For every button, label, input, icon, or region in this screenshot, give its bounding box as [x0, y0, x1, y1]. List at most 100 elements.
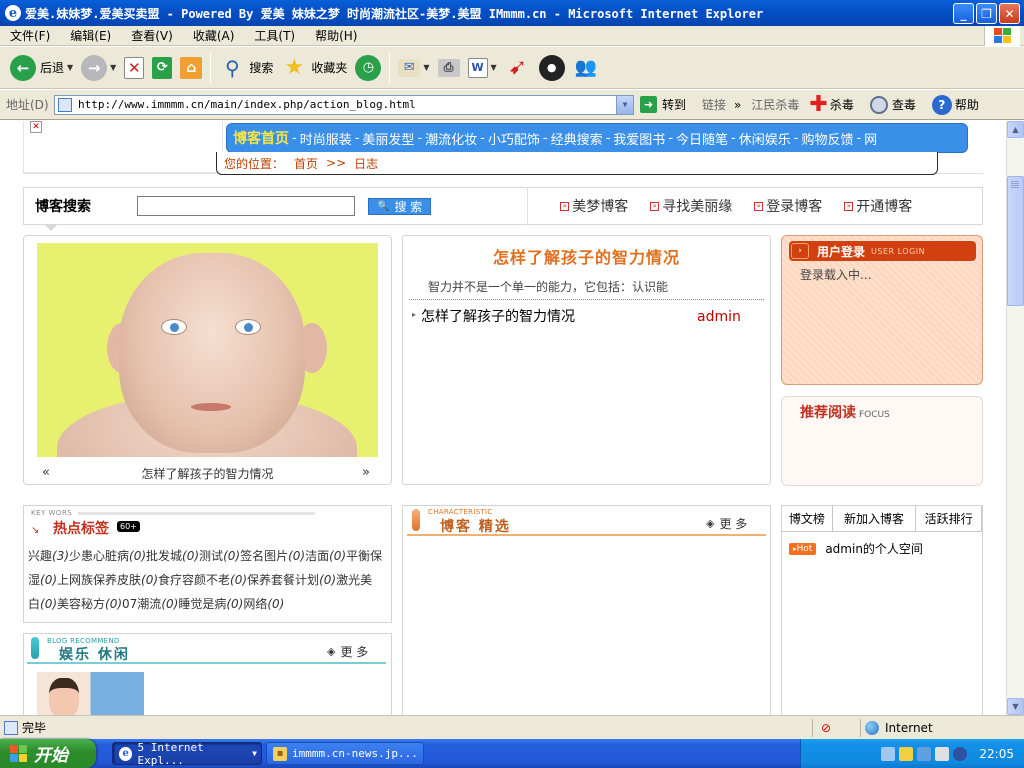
nav-item-makeup[interactable]: 潮流化妆: [425, 129, 477, 148]
forward-button[interactable]: → ▼: [77, 50, 120, 86]
tag-link[interactable]: 网络: [243, 597, 267, 611]
tag-link[interactable]: 美容秘方: [57, 597, 105, 611]
nav-item-classic-search[interactable]: 经典搜索: [551, 129, 603, 148]
tag-link[interactable]: 测试: [199, 549, 223, 563]
link-find-beauty[interactable]: » 寻找美丽缘: [650, 196, 732, 216]
blog-search-button[interactable]: 🔍 搜 索: [368, 197, 432, 215]
link-login-blog[interactable]: » 登录博客: [754, 196, 822, 216]
tag-link[interactable]: 批发城: [146, 549, 182, 563]
tag-link[interactable]: 签名图片: [240, 549, 288, 563]
history-button[interactable]: ◷: [351, 50, 385, 86]
nav-item-net[interactable]: 网: [864, 129, 877, 148]
article-link[interactable]: 怎样了解孩子的智力情况: [421, 306, 575, 326]
tag-link[interactable]: 少患心脏病: [69, 549, 129, 563]
nav-blog-home[interactable]: 博客首页: [233, 128, 289, 148]
refresh-button[interactable]: ⟳: [148, 50, 176, 86]
link-meimeng-blog[interactable]: » 美梦博客: [560, 196, 628, 216]
slideshow-next-button[interactable]: »: [362, 465, 370, 480]
qq-button[interactable]: ●: [535, 50, 569, 86]
tag-link[interactable]: 兴趣: [28, 549, 52, 563]
warning-icon[interactable]: [899, 746, 914, 761]
menu-help[interactable]: 帮助(H): [305, 27, 367, 44]
breadcrumb-home-link[interactable]: 首页: [294, 155, 318, 172]
printer-icon: ⎙: [437, 58, 460, 77]
tag-link[interactable]: 睡觉是病: [178, 597, 226, 611]
help-button[interactable]: ? 帮助: [931, 94, 979, 115]
print-button[interactable]: ⎙: [434, 50, 464, 86]
mail-dropdown-icon[interactable]: ▼: [423, 63, 429, 72]
discuss-button[interactable]: ➹: [501, 50, 535, 86]
scroll-thumb[interactable]: [1007, 176, 1024, 306]
menu-tools[interactable]: 工具(T): [244, 27, 305, 44]
edit-button[interactable]: W ▼: [464, 50, 501, 86]
vertical-scrollbar[interactable]: ▲ ▼: [1006, 121, 1024, 715]
search-button[interactable]: ⚲ 搜索: [215, 50, 277, 86]
featured-more-link[interactable]: ◈ 更 多: [706, 515, 747, 532]
address-dropdown-icon[interactable]: ▼: [616, 95, 633, 114]
link-open-blog[interactable]: » 开通博客: [844, 196, 912, 216]
back-button[interactable]: ← 后退 ▼: [6, 50, 77, 86]
tag-link[interactable]: 07潮流: [122, 597, 161, 611]
links-chevron-icon[interactable]: »: [734, 98, 741, 112]
breadcrumb-current[interactable]: 日志: [354, 155, 378, 172]
network-icon[interactable]: [881, 746, 896, 761]
stop-button[interactable]: ✕: [120, 50, 148, 86]
tab-new-blogs[interactable]: 新加入博客: [832, 506, 917, 532]
window-title-bar[interactable]: e 爱美.妹妹梦.爱美买卖盟 - Powered By 爱美 妹妹之梦 时尚潮流…: [0, 0, 1024, 26]
nav-item-leisure[interactable]: 休闲娱乐: [739, 129, 791, 148]
article-author[interactable]: admin: [697, 309, 741, 325]
menu-file[interactable]: 文件(F): [0, 27, 60, 44]
sound-icon[interactable]: [935, 746, 950, 761]
blog-search-input[interactable]: [137, 196, 355, 216]
tag-count: (0): [182, 549, 200, 563]
links-label[interactable]: 链接: [702, 96, 726, 113]
go-button[interactable]: ➜ 转到: [640, 96, 686, 113]
minimize-button[interactable]: _: [953, 3, 974, 24]
restore-button[interactable]: ❐: [976, 3, 997, 24]
popup-blocked-cell[interactable]: ⊘: [812, 719, 860, 737]
antivirus-tray-icon[interactable]: [917, 746, 932, 761]
tag-link[interactable]: 保养套餐计划: [247, 573, 319, 587]
close-button[interactable]: ✕: [999, 3, 1020, 24]
slideshow-caption[interactable]: 怎样了解孩子的智力情况: [141, 467, 273, 481]
list-item[interactable]: ▸Hot admin的个人空间: [789, 540, 923, 557]
tag-link[interactable]: 上网族保养皮肤: [57, 573, 141, 587]
address-input[interactable]: http://www.immmm.cn/main/index.php/actio…: [54, 94, 634, 115]
antivirus-kill-button[interactable]: ✚ 杀毒: [809, 92, 853, 117]
article-title[interactable]: 怎样了解孩子的智力情况: [403, 244, 770, 268]
nav-item-daily-notes[interactable]: 今日随笔: [676, 129, 728, 148]
menu-edit[interactable]: 编辑(E): [60, 27, 121, 44]
favorites-button[interactable]: ★ 收藏夹: [277, 50, 351, 86]
start-button[interactable]: 开始: [0, 739, 96, 768]
security-zone-cell[interactable]: Internet: [860, 719, 1024, 737]
nav-item-books[interactable]: 我爱图书: [613, 129, 665, 148]
messenger-button[interactable]: 👥: [569, 50, 603, 86]
menu-favorites[interactable]: 收藏(A): [183, 27, 245, 44]
slideshow-image[interactable]: [37, 243, 378, 457]
nav-item-accessories[interactable]: 小巧配饰: [488, 129, 540, 148]
slideshow-prev-button[interactable]: «: [42, 465, 50, 480]
scroll-down-icon[interactable]: ▼: [1007, 698, 1024, 715]
nav-item-shopping-feedback[interactable]: 购物反馈: [801, 129, 853, 148]
taskbar-item-ie[interactable]: e 5 Internet Expl... ▼: [112, 741, 262, 767]
ranking-item-link[interactable]: admin的个人空间: [825, 540, 923, 557]
tag-link[interactable]: 洁面: [305, 549, 329, 563]
entertainment-more-link[interactable]: ◈ 更 多: [327, 643, 368, 660]
scroll-up-icon[interactable]: ▲: [1007, 121, 1024, 138]
menu-view[interactable]: 查看(V): [121, 27, 183, 44]
back-dropdown-icon[interactable]: ▼: [67, 63, 73, 72]
nav-item-fashion-clothing[interactable]: 时尚服装: [300, 129, 352, 148]
tab-posts-ranking[interactable]: 博文榜: [782, 506, 833, 532]
tab-active-ranking[interactable]: 活跃排行: [916, 506, 982, 532]
tag-link[interactable]: 食疗容颜不老: [158, 573, 230, 587]
mail-button[interactable]: ✉ ▼: [394, 50, 433, 86]
clock[interactable]: 22:05: [979, 747, 1014, 761]
home-button[interactable]: ⌂: [176, 50, 206, 86]
edit-dropdown-icon[interactable]: ▼: [491, 63, 497, 72]
forward-dropdown-icon[interactable]: ▼: [110, 63, 116, 72]
taskbar-item-image[interactable]: ▪ immmm.cn-news.jp...: [266, 742, 424, 765]
nav-item-hairstyle[interactable]: 美丽发型: [362, 129, 414, 148]
entertainment-thumbnail[interactable]: [37, 672, 144, 715]
qq-tray-icon[interactable]: [953, 746, 968, 761]
antivirus-scan-button[interactable]: 查毒: [869, 95, 916, 114]
